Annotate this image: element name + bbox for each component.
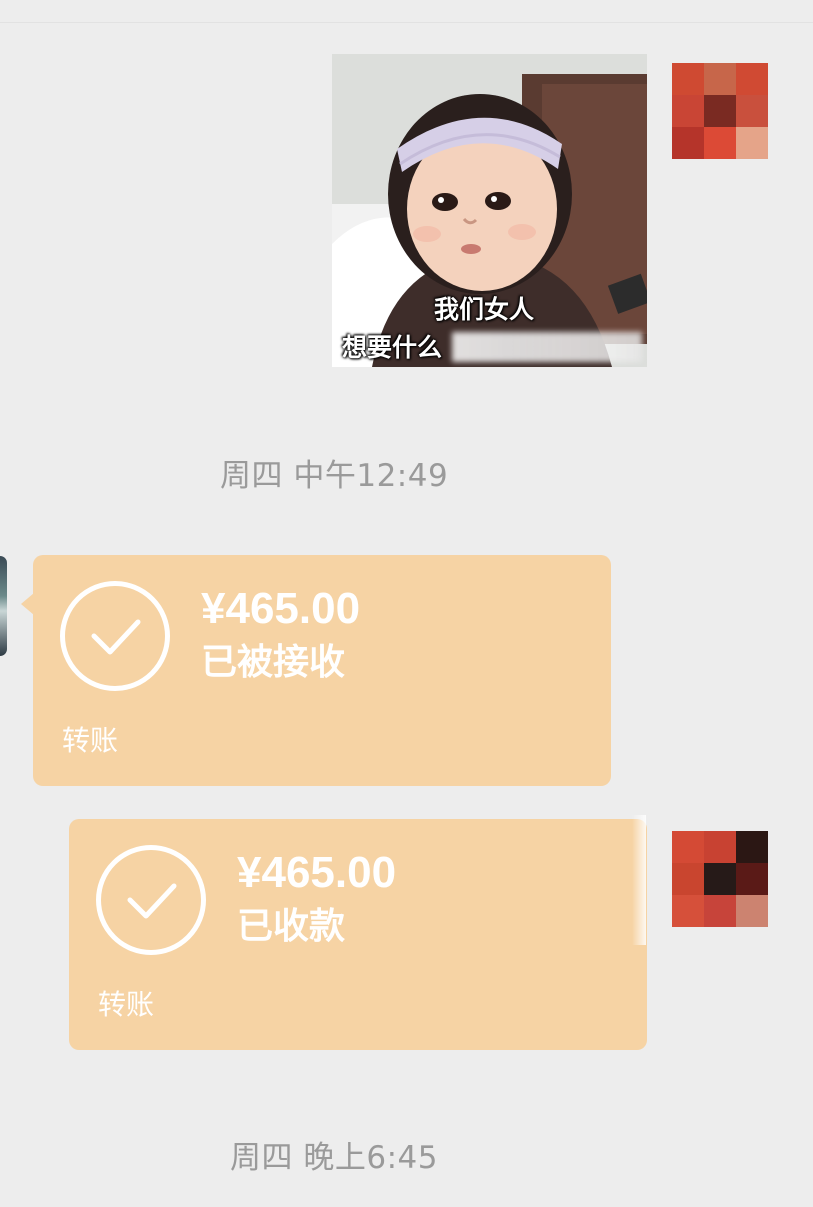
transfer-card-collected[interactable]: ¥465.00 已收款 转账 xyxy=(69,819,647,1050)
transfer-amount: ¥465.00 xyxy=(201,584,361,633)
timestamp: 周四 中午12:49 xyxy=(220,458,449,494)
transfer-amount: ¥465.00 xyxy=(237,848,397,897)
transfer-status: 已被接收 xyxy=(201,642,346,683)
avatar-mosaic-cell xyxy=(672,127,704,159)
contact-avatar[interactable] xyxy=(0,556,7,656)
blurred-caption xyxy=(452,332,642,362)
check-circle-icon xyxy=(96,845,206,955)
avatar-mosaic-cell xyxy=(736,831,768,863)
avatar-mosaic-cell xyxy=(672,831,704,863)
avatar-mosaic-cell xyxy=(704,895,736,927)
avatar-mosaic-cell xyxy=(672,863,704,895)
avatar-mosaic-cell xyxy=(672,895,704,927)
avatar-mosaic-cell xyxy=(736,95,768,127)
transfer-label: 转账 xyxy=(98,988,155,1021)
avatar-mosaic-cell xyxy=(704,863,736,895)
avatar-mosaic-cell xyxy=(672,63,704,95)
avatar-mosaic-cell xyxy=(736,127,768,159)
bubble-edge-highlight xyxy=(632,815,646,945)
transfer-card-received[interactable]: ¥465.00 已被接收 转账 xyxy=(21,555,611,786)
timestamp: 周四 晚上6:45 xyxy=(230,1140,438,1176)
transfer-label: 转账 xyxy=(62,724,119,757)
my-avatar[interactable] xyxy=(672,831,768,927)
avatar-mosaic-cell xyxy=(736,863,768,895)
sticker-image-message[interactable]: 我们女人 想要什么 xyxy=(332,54,647,367)
avatar-mosaic-cell xyxy=(704,127,736,159)
avatar-mosaic-cell xyxy=(736,63,768,95)
avatar-mosaic-cell xyxy=(704,63,736,95)
sticker-caption-line2: 想要什么 xyxy=(342,333,443,362)
avatar-mosaic-cell xyxy=(704,831,736,863)
top-divider xyxy=(0,22,813,23)
avatar-mosaic-cell xyxy=(736,895,768,927)
sticker-caption-line1: 我们女人 xyxy=(434,295,535,324)
transfer-status: 已收款 xyxy=(237,906,346,947)
my-avatar[interactable] xyxy=(672,63,768,159)
avatar-mosaic-cell xyxy=(704,95,736,127)
avatar-mosaic-cell xyxy=(672,95,704,127)
check-circle-icon xyxy=(60,581,170,691)
